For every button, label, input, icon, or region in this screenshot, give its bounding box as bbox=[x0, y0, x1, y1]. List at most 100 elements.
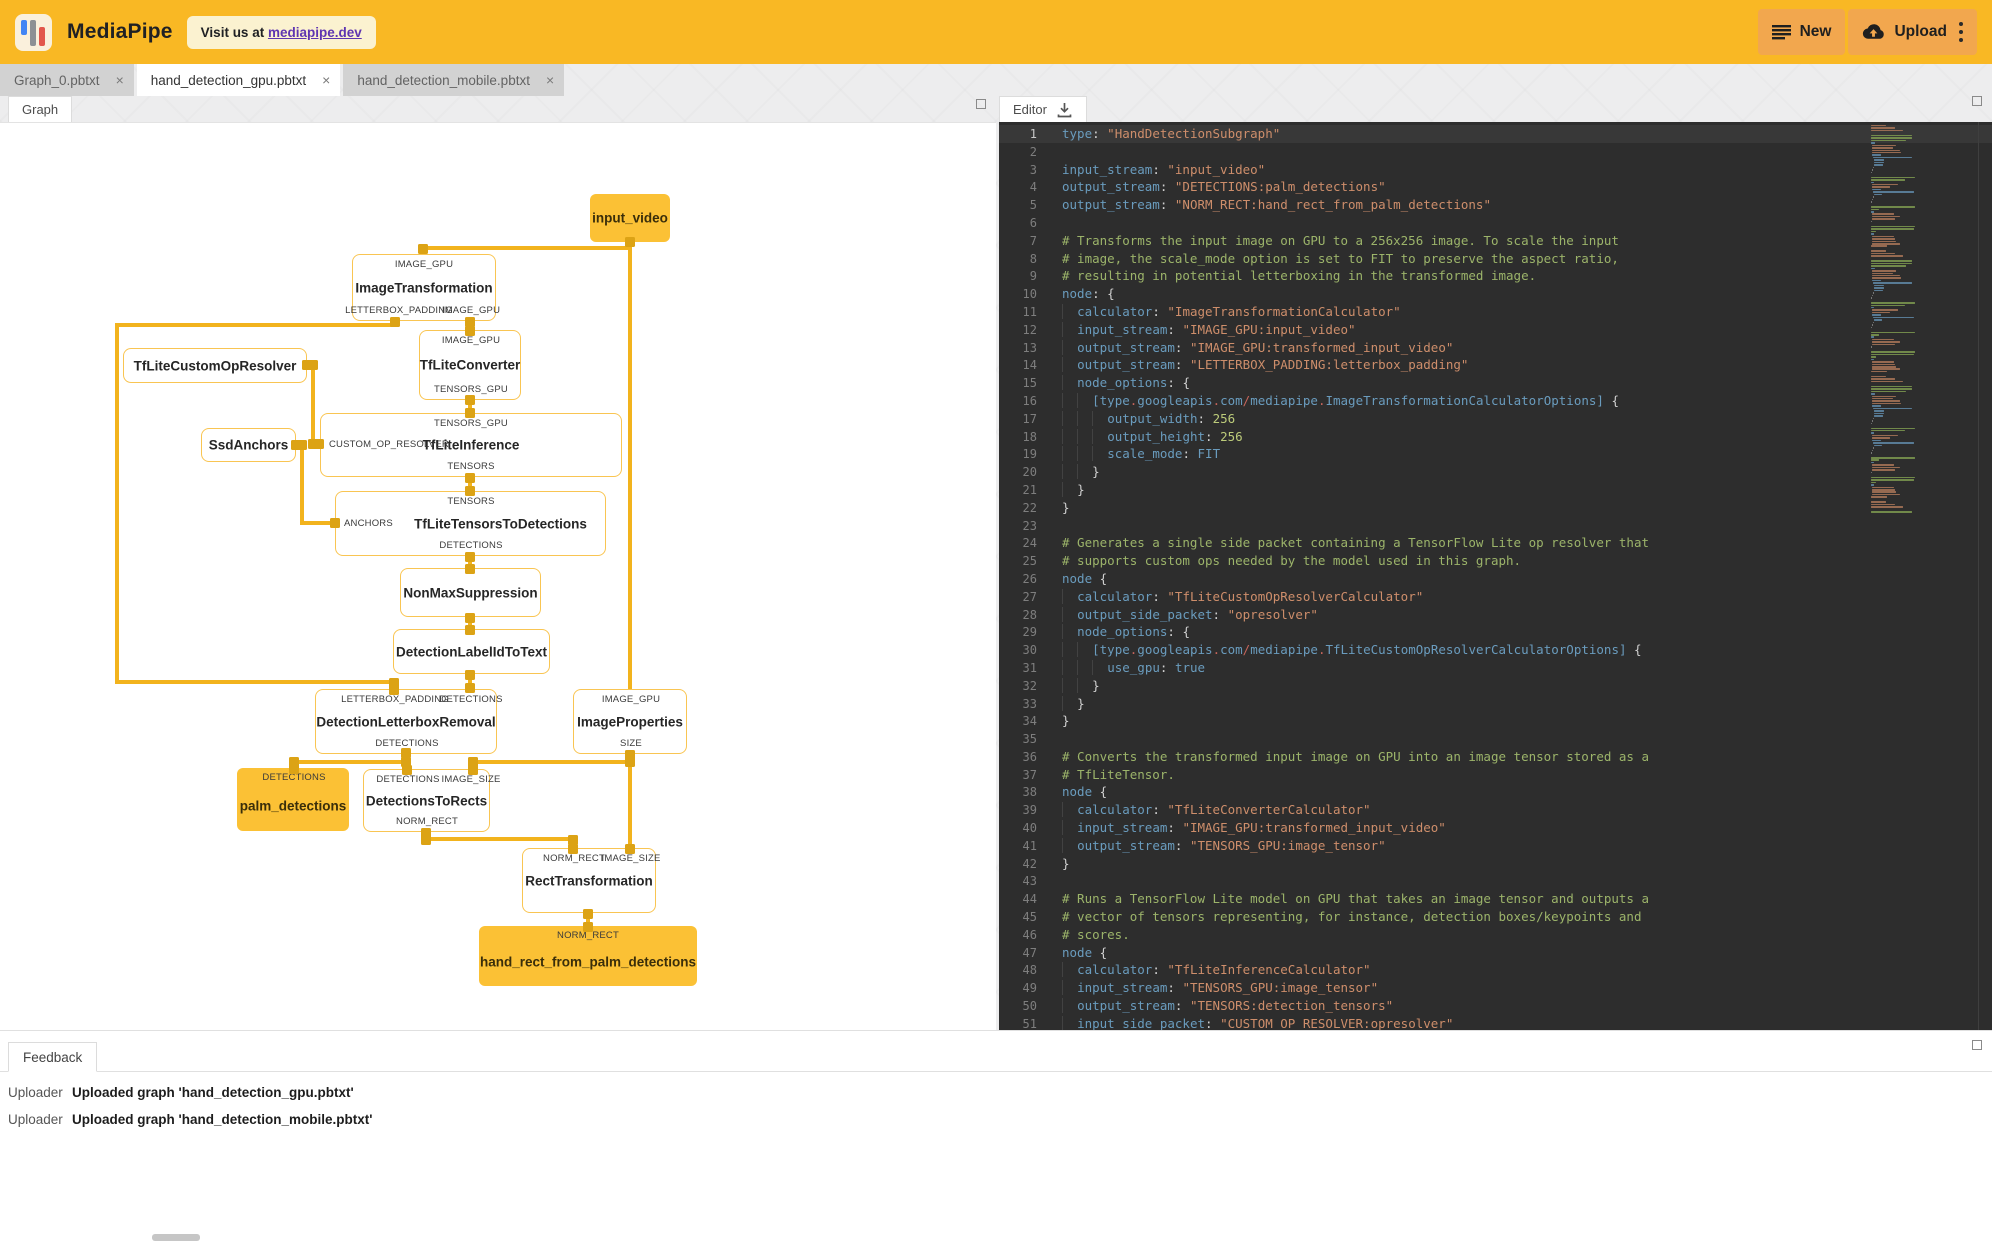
mediapipe-logo-icon bbox=[15, 13, 52, 51]
code-line[interactable]: 8 # image, the scale_mode option is set t… bbox=[999, 250, 1992, 268]
code-line[interactable]: 26 node { bbox=[999, 570, 1992, 588]
code-line[interactable]: 6 bbox=[999, 214, 1992, 232]
file-tab-Graph_0.pbtxt[interactable]: Graph_0.pbtxt × bbox=[0, 64, 134, 96]
code-line[interactable]: 27 calculator: "TfLiteCustomOpResolverCa… bbox=[999, 588, 1992, 606]
minimap-line bbox=[1874, 412, 1885, 415]
code-line[interactable]: 38 node { bbox=[999, 783, 1992, 801]
code-line[interactable]: 16 [type.googleapis.com/mediapipe.ImageT… bbox=[999, 392, 1992, 410]
graph-node-DetectionsToRects[interactable]: DetectionsToRects DETECTIONS IMAGE_SIZE NOR… bbox=[363, 769, 500, 832]
editor-maximize-icon[interactable] bbox=[1972, 96, 1982, 106]
new-button[interactable]: New bbox=[1757, 9, 1846, 55]
code-line[interactable]: 4 output_stream: "DETECTIONS:palm_detecti… bbox=[999, 178, 1992, 196]
code-line[interactable]: 19 scale_mode: FIT bbox=[999, 445, 1992, 463]
code-line[interactable]: 1 type: "HandDetectionSubgraph" bbox=[999, 125, 1992, 143]
code-line[interactable]: 23 bbox=[999, 517, 1992, 535]
code-line[interactable]: 22} bbox=[999, 499, 1992, 517]
code-line[interactable]: 12 input_stream: "IMAGE_GPU:input_video" bbox=[999, 321, 1992, 339]
editor-panel-tab[interactable]: Editor bbox=[999, 96, 1087, 122]
code-line[interactable]: 28 output_side_packet: "opresolver" bbox=[999, 606, 1992, 624]
code-line[interactable]: 37 # TfLiteTensor. bbox=[999, 766, 1992, 784]
menu-icon bbox=[1771, 25, 1791, 40]
file-tab-hand_detection_gpu.pbtxt[interactable]: hand_detection_gpu.pbtxt × bbox=[136, 64, 341, 96]
code-line[interactable]: 33 } bbox=[999, 695, 1992, 713]
code-line[interactable]: 13 output_stream: "IMAGE_GPU:transformed… bbox=[999, 339, 1992, 357]
code-line[interactable]: 46 # scores. bbox=[999, 926, 1992, 944]
download-icon[interactable] bbox=[1056, 102, 1073, 118]
code-line[interactable]: 3 input_stream: "input_video" bbox=[999, 161, 1992, 179]
feedback-maximize-icon[interactable] bbox=[1972, 1040, 1982, 1050]
code-line[interactable]: 34} bbox=[999, 712, 1992, 730]
upload-button[interactable]: Upload bbox=[1848, 9, 1977, 55]
code-line[interactable]: 47 node { bbox=[999, 944, 1992, 962]
horizontal-scrollbar-thumb[interactable] bbox=[152, 1234, 200, 1241]
graph-node-SsdAnchors[interactable]: SsdAnchors bbox=[201, 428, 296, 462]
code-line[interactable]: 36 # Converts the transformed input image… bbox=[999, 748, 1992, 766]
node-title: TfLiteTensorsToDetections bbox=[414, 516, 587, 531]
port-marker bbox=[568, 844, 578, 854]
line-number: 1 bbox=[1029, 127, 1037, 141]
code-line[interactable]: 11 calculator: "ImageTransformationCalcu… bbox=[999, 303, 1992, 321]
code-line[interactable]: 29 node_options: { bbox=[999, 623, 1992, 641]
code-line[interactable]: 42} bbox=[999, 855, 1992, 873]
graph-node-ImageTransformation[interactable]: ImageTransformation IMAGE_GPU LETTERBOX_PA… bbox=[345, 254, 500, 321]
feedback-panel-tab[interactable]: Feedback bbox=[8, 1042, 98, 1072]
code-line[interactable]: 40 input_stream: "IMAGE_GPU:transformed_… bbox=[999, 819, 1992, 837]
graph-node-TfLiteInference[interactable]: TfLiteInference TENSORS_GPU TENSORS CUSTOM_… bbox=[320, 413, 622, 477]
graph-node-NonMaxSuppression[interactable]: NonMaxSuppression bbox=[400, 568, 541, 617]
code-line[interactable]: 20 } bbox=[999, 463, 1992, 481]
line-number: 37 bbox=[1022, 767, 1037, 782]
code-line[interactable]: 2 bbox=[999, 143, 1992, 161]
graph-node-input_video[interactable]: input_video bbox=[590, 194, 670, 242]
code-line[interactable]: 7 # Transforms the input image on GPU to … bbox=[999, 232, 1992, 250]
code-line[interactable]: 5 output_stream: "NORM_RECT:hand_rect_fro… bbox=[999, 196, 1992, 214]
code-line[interactable]: 41 output_stream: "TENSORS_GPU:image_ten… bbox=[999, 837, 1992, 855]
graph-node-TfLiteCustomOpResolver[interactable]: TfLiteCustomOpResolver bbox=[123, 348, 307, 383]
line-number: 36 bbox=[1022, 749, 1037, 764]
code-editor[interactable]: 1 type: "HandDetectionSubgraph" 2 3 input_st… bbox=[999, 122, 1992, 1030]
close-tab-icon[interactable]: × bbox=[322, 73, 330, 87]
upload-more-menu-icon[interactable] bbox=[1959, 9, 1963, 55]
port-label: DETECTIONS bbox=[376, 774, 440, 785]
code-line[interactable]: 21 } bbox=[999, 481, 1992, 499]
code-line[interactable]: 31 use_gpu: true bbox=[999, 659, 1992, 677]
graph-maximize-icon[interactable] bbox=[976, 99, 986, 109]
line-number: 49 bbox=[1022, 981, 1037, 996]
code-line[interactable]: 18 output_height: 256 bbox=[999, 428, 1992, 446]
code-line[interactable]: 49 input_stream: "TENSORS_GPU:image_tens… bbox=[999, 979, 1992, 997]
close-tab-icon[interactable]: × bbox=[546, 73, 554, 87]
code-line[interactable]: 10 node: { bbox=[999, 285, 1992, 303]
file-tab-hand_detection_mobile.pbtxt[interactable]: hand_detection_mobile.pbtxt × bbox=[343, 64, 565, 96]
graph-node-DetectionLabelIdToText[interactable]: DetectionLabelIdToText bbox=[393, 629, 550, 674]
code-line[interactable]: 44 # Runs a TensorFlow Lite model on GPU … bbox=[999, 890, 1992, 908]
code-line[interactable]: 9 # resulting in potential letterboxing i… bbox=[999, 267, 1992, 285]
minimap[interactable] bbox=[1871, 122, 1978, 1030]
graph-node-ImageProperties[interactable]: ImageProperties IMAGE_GPU SIZE bbox=[573, 689, 687, 754]
code-line[interactable]: 50 output_stream: "TENSORS:detection_ten… bbox=[999, 997, 1992, 1015]
graph-node-TfLiteConverter[interactable]: TfLiteConverter IMAGE_GPU TENSORS_GPU bbox=[419, 330, 521, 400]
code-line[interactable]: 43 bbox=[999, 872, 1992, 890]
graph-node-DetectionLetterboxRemoval[interactable]: DetectionLetterboxRemoval LETTERBOX_PADDI… bbox=[315, 689, 502, 754]
code-line[interactable]: 15 node_options: { bbox=[999, 374, 1992, 392]
code-line[interactable]: 30 [type.googleapis.com/mediapipe.TfLite… bbox=[999, 641, 1992, 659]
graph-canvas[interactable]: input_video ImageTransformation IMAGE_GPU L… bbox=[0, 122, 996, 1031]
code-line[interactable]: 35 bbox=[999, 730, 1992, 748]
code-line[interactable]: 25 # supports custom ops needed by the mo… bbox=[999, 552, 1992, 570]
graph-node-hand_rect_from_palm_detections[interactable]: hand_rect_from_palm_detections NORM_RECT bbox=[479, 926, 697, 986]
graph-node-TfLiteTensorsToDetections[interactable]: TfLiteTensorsToDetections TENSORS DETECTIO… bbox=[335, 491, 606, 556]
code-line[interactable]: 14 output_stream: "LETTERBOX_PADDING:let… bbox=[999, 356, 1992, 374]
code-line[interactable]: 39 calculator: "TfLiteConverterCalculato… bbox=[999, 801, 1992, 819]
graph-panel-tab[interactable]: Graph bbox=[8, 96, 73, 122]
code-line[interactable]: 51 input_side_packet: "CUSTOM_OP_RESOLVE… bbox=[999, 1015, 1992, 1030]
code-line[interactable]: 17 output_width: 256 bbox=[999, 410, 1992, 428]
code-line[interactable]: 48 calculator: "TfLiteInferenceCalculato… bbox=[999, 961, 1992, 979]
edge-segment bbox=[115, 323, 397, 327]
mediapipe-dev-link[interactable]: mediapipe.dev bbox=[268, 25, 362, 40]
close-tab-icon[interactable]: × bbox=[116, 73, 124, 87]
minimap-line bbox=[1872, 439, 1881, 442]
minimap-line bbox=[1872, 363, 1895, 366]
code-line[interactable]: 45 # vector of tensors representing, for … bbox=[999, 908, 1992, 926]
code-line[interactable]: 32 } bbox=[999, 677, 1992, 695]
graph-node-RectTransformation[interactable]: RectTransformation NORM_RECT IMAGE_SIZE bbox=[522, 848, 660, 913]
graph-node-palm_detections[interactable]: palm_detections DETECTIONS bbox=[237, 768, 349, 831]
code-line[interactable]: 24 # Generates a single side packet conta… bbox=[999, 534, 1992, 552]
